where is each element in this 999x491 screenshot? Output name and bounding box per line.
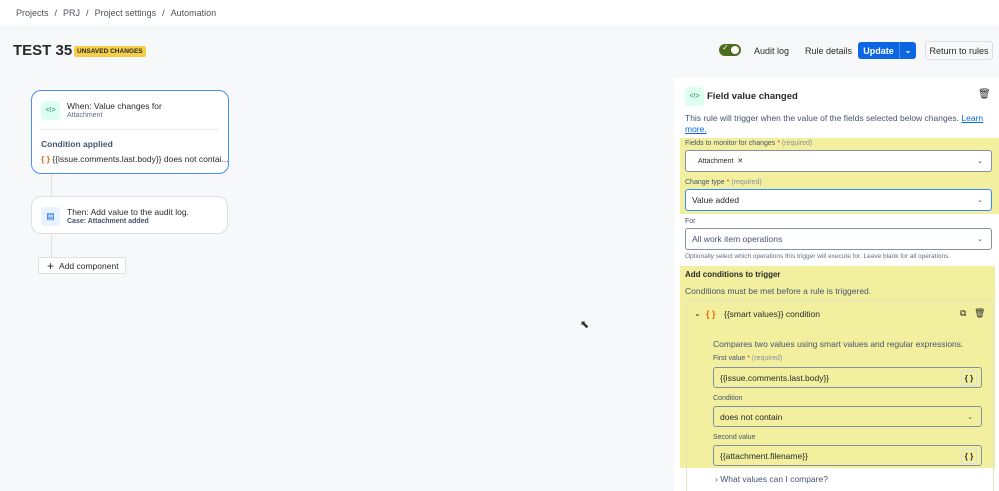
chevron-down-icon: ⌄ (977, 236, 983, 243)
action-subtitle: Case: Attachment added (67, 218, 149, 225)
change-type-select[interactable]: Value added ⌄ (685, 189, 992, 211)
second-value-text: {{attachment.filename}} (720, 450, 808, 461)
return-to-rules-button[interactable]: Return to rules (925, 41, 993, 60)
what-values-expander[interactable]: › What values can I compare? (715, 474, 828, 484)
breadcrumb-project-settings[interactable]: Project settings (95, 8, 157, 18)
panel-title: Field value changed (707, 91, 798, 102)
page-title: TEST 35 (13, 42, 73, 59)
attachment-chip: Attachment (698, 157, 734, 165)
first-value-label: First value (713, 355, 746, 362)
condition-title: {{smart values}} condition (724, 309, 820, 319)
chevron-down-icon: ⌄ (967, 413, 973, 421)
first-value-input[interactable]: {{issue.comments.last.body}} { } (713, 367, 982, 388)
breadcrumb-projects[interactable]: Projects (16, 8, 49, 18)
connector-line (51, 234, 52, 258)
condition-desc: Compares two values using smart values a… (713, 339, 964, 349)
condition-label: Condition (713, 395, 743, 402)
condition-select[interactable]: does not contain ⌄ (713, 406, 982, 427)
unsaved-badge: UNSAVED CHANGES (74, 46, 146, 57)
first-value-text: {{issue.comments.last.body}} (720, 372, 830, 383)
breadcrumb-prj[interactable]: PRJ (63, 8, 80, 18)
audit-log-icon: ▤ (41, 207, 60, 226)
audit-log-button[interactable]: Audit log (754, 46, 789, 56)
remove-chip-x-icon[interactable]: ✕ (737, 157, 743, 165)
trigger-subtitle: Attachment (67, 112, 103, 119)
trigger-icon: <!> (41, 101, 60, 120)
smart-value-braces-icon: { } (41, 154, 50, 164)
collapse-chevron-icon[interactable]: ⌄ (694, 309, 701, 318)
chevron-down-icon: ⌄ (977, 197, 983, 204)
for-value: All work item operations (692, 234, 783, 244)
add-component-label: Add component (59, 260, 119, 271)
divider (41, 129, 219, 130)
condition-applied-label: Condition applied (41, 139, 113, 149)
second-value-input[interactable]: {{attachment.filename}} { } (713, 445, 982, 466)
rule-details-button[interactable]: Rule details (805, 46, 852, 56)
conditions-title: Add conditions to trigger (685, 270, 781, 279)
update-button-group: Update ⌄ (858, 42, 916, 59)
smart-value-braces-icon: { } (706, 309, 716, 319)
breadcrumb: Projects / PRJ / Project settings / Automat… (16, 8, 217, 18)
change-type-value: Value added (692, 195, 740, 205)
chevron-down-icon: ⌄ (977, 158, 983, 165)
for-select[interactable]: All work item operations ⌄ (685, 228, 992, 250)
what-values-label: What values can I compare? (720, 474, 828, 484)
second-value-label: Second value (713, 434, 756, 441)
update-dropdown-chevron-icon[interactable]: ⌄ (899, 42, 916, 59)
chevron-right-icon: › (715, 474, 718, 484)
connector-line (51, 174, 52, 196)
fields-label: Fields to monitor for changes (685, 140, 776, 147)
required-hint: (required) (751, 355, 783, 362)
plus-icon: + (47, 258, 55, 273)
smart-value-picker-icon[interactable]: { } (961, 449, 977, 464)
trigger-title: When: Value changes for (67, 101, 162, 111)
mouse-cursor-icon: ⬉ (580, 319, 590, 331)
for-label: For (685, 218, 696, 225)
delete-trigger-trash-icon[interactable]: 🗑 (978, 89, 991, 100)
smart-value-picker-icon[interactable]: { } (961, 371, 977, 386)
condition-summary: {{issue.comments.last.body}} does not co… (52, 154, 229, 164)
config-panel: <!> Field value changed 🗑 This rule will… (674, 78, 999, 491)
fields-select[interactable]: Attachment ✕ ⌄ (685, 150, 992, 172)
trigger-card[interactable]: <!> When: Value changes for Attachment C… (31, 90, 229, 174)
duplicate-icon[interactable]: ⧉ (960, 308, 966, 319)
required-hint: (required) (781, 140, 813, 147)
add-component-button[interactable]: + Add component (38, 257, 126, 274)
check-icon: ✓ (722, 43, 729, 52)
condition-card: ⌄ { } {{smart values}} condition ⧉ 🗑 Com… (686, 300, 994, 491)
conditions-desc: Conditions must be met before a rule is … (685, 286, 872, 296)
action-title: Then: Add value to the audit log. (67, 207, 189, 217)
delete-condition-trash-icon[interactable]: 🗑 (974, 308, 985, 319)
update-button[interactable]: Update (858, 42, 899, 59)
rule-enabled-toggle[interactable]: ✓ (719, 43, 741, 56)
breadcrumb-automation[interactable]: Automation (171, 8, 217, 18)
condition-value: does not contain (720, 411, 783, 422)
panel-description: This rule will trigger when the value of… (685, 113, 960, 123)
action-card[interactable]: ▤ Then: Add value to the audit log. Case… (31, 196, 228, 234)
field-changed-icon: <!> (685, 87, 704, 106)
for-help-text: Optionally select which operations this … (685, 253, 951, 260)
required-hint: (required) (731, 179, 762, 186)
change-type-label: Change type (685, 179, 725, 186)
